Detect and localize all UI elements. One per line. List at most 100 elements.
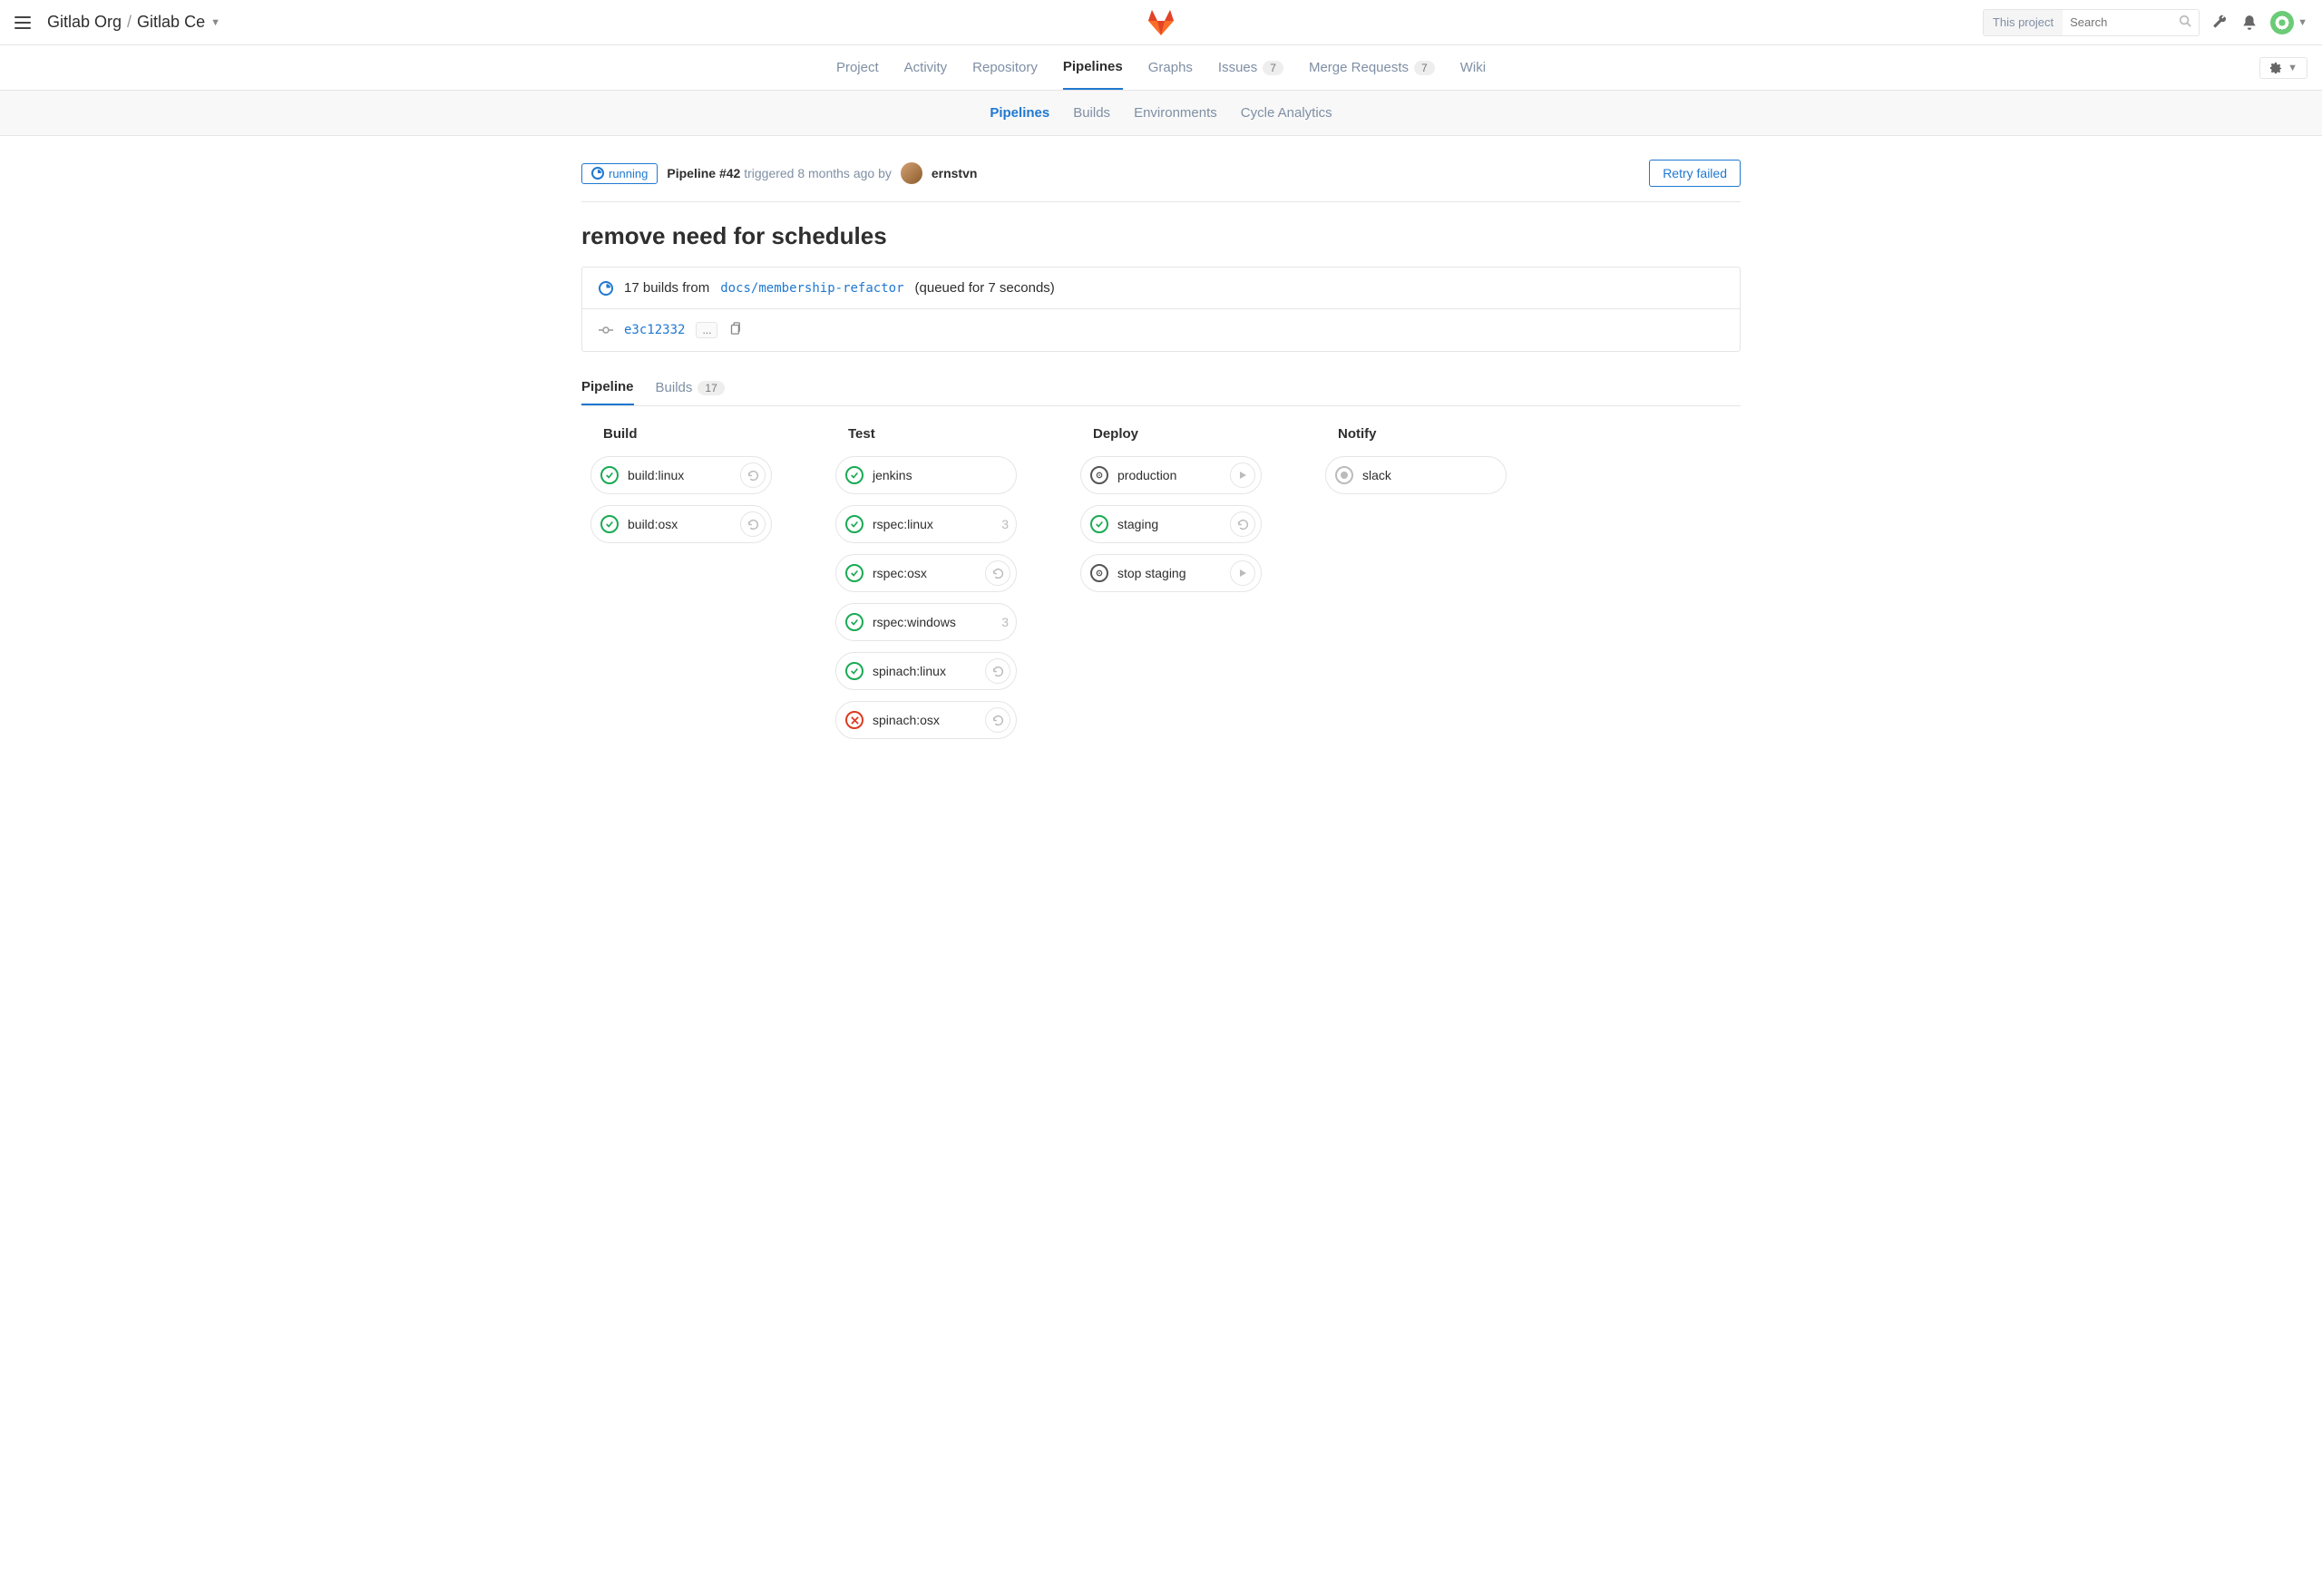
job-pill[interactable]: rspec:osx [835, 554, 1017, 592]
job-name: rspec:linux [873, 517, 992, 531]
tab-graphs[interactable]: Graphs [1148, 45, 1193, 90]
chevron-down-icon[interactable]: ▼ [210, 17, 220, 28]
job-pill[interactable]: spinach:linux [835, 652, 1017, 690]
gitlab-logo-icon[interactable] [1145, 5, 1177, 40]
job-pill[interactable]: staging [1080, 505, 1262, 543]
author-name[interactable]: ernstvn [932, 166, 978, 180]
stage-notify: Notify slack [1325, 426, 1507, 494]
job-pill[interactable]: build:linux [590, 456, 772, 494]
status-badge-running[interactable]: running [581, 163, 658, 184]
job-pill[interactable]: jenkins [835, 456, 1017, 494]
retry-icon[interactable] [740, 511, 766, 537]
success-icon [600, 515, 619, 533]
job-name: stop staging [1117, 566, 1221, 580]
job-pill[interactable]: slack [1325, 456, 1507, 494]
user-avatar[interactable]: ▼ [2270, 11, 2307, 34]
tab-project[interactable]: Project [836, 45, 879, 90]
job-name: build:osx [628, 517, 731, 531]
breadcrumb-project[interactable]: Gitlab Ce [137, 13, 205, 32]
tab-mr-label: Merge Requests [1309, 60, 1409, 75]
success-icon [600, 466, 619, 484]
stage-title: Test [835, 426, 1017, 442]
job-pill[interactable]: production [1080, 456, 1262, 494]
top-header: Gitlab Org / Gitlab Ce ▼ This project ▼ [0, 0, 2322, 45]
copy-icon[interactable] [728, 322, 741, 338]
mr-count-badge: 7 [1414, 61, 1435, 75]
status-text: running [609, 167, 648, 180]
manual-icon [1090, 466, 1108, 484]
job-name: production [1117, 468, 1221, 482]
subtab-environments[interactable]: Environments [1134, 105, 1217, 121]
running-icon [591, 167, 604, 180]
retry-icon[interactable] [985, 560, 1010, 586]
play-icon[interactable] [1230, 560, 1255, 586]
builds-count-text: 17 builds from [624, 280, 709, 296]
tab-pipelines[interactable]: Pipelines [1063, 45, 1123, 90]
job-pill[interactable]: rspec:linux3 [835, 505, 1017, 543]
subtab-cycle-analytics[interactable]: Cycle Analytics [1241, 105, 1332, 121]
subtab-builds[interactable]: Builds [1073, 105, 1110, 121]
retry-icon[interactable] [1230, 511, 1255, 537]
sub-nav: Pipelines Builds Environments Cycle Anal… [0, 91, 2322, 136]
stage-title: Notify [1325, 426, 1507, 442]
tab-merge-requests[interactable]: Merge Requests 7 [1309, 45, 1435, 90]
job-pill[interactable]: rspec:windows 3 [835, 603, 1017, 641]
tab-activity[interactable]: Activity [904, 45, 948, 90]
job-pill[interactable]: build:osx [590, 505, 772, 543]
job-name: slack [1362, 468, 1500, 482]
detail-tab-pipeline[interactable]: Pipeline [581, 370, 634, 405]
search-input[interactable] [2063, 15, 2171, 29]
page-title: remove need for schedules [581, 202, 1741, 267]
tab-repository[interactable]: Repository [972, 45, 1038, 90]
job-pill[interactable]: stop staging [1080, 554, 1262, 592]
job-name: staging [1117, 517, 1221, 531]
pipeline-graph: Build build:linux build:osx Test jenkins rspe… [581, 406, 1741, 759]
settings-dropdown[interactable]: ▼ [2259, 57, 2307, 79]
bell-icon[interactable] [2241, 15, 2258, 31]
job-name: rspec:windows [873, 615, 992, 629]
commit-sha-link[interactable]: e3c12332 [624, 323, 685, 337]
stage-title: Build [590, 426, 772, 442]
author-avatar[interactable] [901, 162, 922, 184]
chevron-down-icon: ▼ [2288, 63, 2298, 73]
search-scope[interactable]: This project [1984, 10, 2063, 35]
queued-text: (queued for 7 seconds) [915, 280, 1055, 296]
hamburger-menu-icon[interactable] [15, 16, 31, 29]
success-icon [1090, 515, 1108, 533]
retry-failed-button[interactable]: Retry failed [1649, 160, 1741, 187]
tab-issues[interactable]: Issues 7 [1218, 45, 1283, 90]
breadcrumb[interactable]: Gitlab Org / Gitlab Ce ▼ [47, 13, 220, 32]
pipeline-triggered-text: triggered 8 months ago by [744, 166, 892, 180]
job-name: rspec:osx [873, 566, 976, 580]
failed-icon [845, 711, 863, 729]
job-name: spinach:linux [873, 664, 976, 678]
gear-icon [2269, 62, 2282, 74]
tab-wiki[interactable]: Wiki [1460, 45, 1486, 90]
detail-tab-builds[interactable]: Builds 17 [656, 370, 725, 405]
subtab-pipelines[interactable]: Pipelines [990, 105, 1049, 121]
success-icon [845, 466, 863, 484]
pipeline-label: Pipeline [667, 166, 716, 180]
job-pill[interactable]: spinach:osx [835, 701, 1017, 739]
stage-build: Build build:linux build:osx [590, 426, 772, 543]
expand-message-button[interactable]: ... [696, 322, 717, 338]
retry-icon[interactable] [985, 658, 1010, 684]
wrench-icon[interactable] [2212, 15, 2229, 31]
search-icon[interactable] [2171, 15, 2199, 30]
stage-title: Deploy [1080, 426, 1262, 442]
pipeline-info-box: 17 builds from docs/membership-refactor … [581, 267, 1741, 352]
retry-icon[interactable] [985, 707, 1010, 733]
job-group-count: 3 [1001, 615, 1009, 629]
job-name: spinach:osx [873, 713, 976, 727]
pipeline-detail-tabs: Pipeline Builds 17 [581, 370, 1741, 406]
search-group: This project [1983, 9, 2200, 36]
play-icon[interactable] [1230, 462, 1255, 488]
commit-icon [599, 323, 613, 338]
chevron-down-icon: ▼ [2298, 17, 2307, 28]
pipeline-id: #42 [719, 166, 740, 180]
success-icon [845, 564, 863, 582]
avatar-icon [2270, 11, 2294, 34]
retry-icon[interactable] [740, 462, 766, 488]
branch-link[interactable]: docs/membership-refactor [720, 281, 903, 296]
breadcrumb-org[interactable]: Gitlab Org [47, 13, 122, 32]
